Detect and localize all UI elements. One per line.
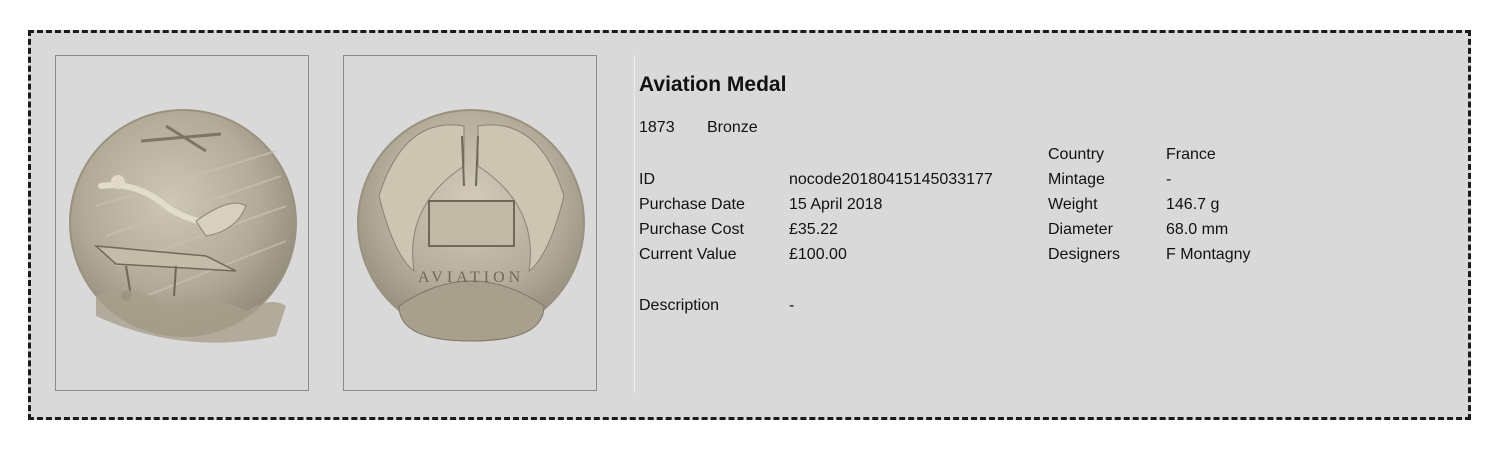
description-label: Description — [639, 297, 720, 314]
detail-label-country: Country — [1048, 146, 1105, 163]
obverse-image-frame[interactable] — [55, 55, 309, 391]
item-meta: 1873 Bronze — [639, 119, 758, 137]
detail-value-id: nocode20180415145033177 — [789, 171, 993, 188]
medal-record-card: AVIATION Aviation Medal 1873 Bronze ID no… — [28, 30, 1471, 420]
detail-value-mintage: - — [1166, 171, 1172, 188]
detail-label-purchase-date: Purchase Date — [639, 196, 745, 213]
detail-value-purchase-date: 15 April 2018 — [789, 196, 883, 213]
detail-label-purchase-cost: Purchase Cost — [639, 221, 744, 238]
detail-label-mintage: Mintage — [1048, 171, 1105, 188]
medal-obverse-image — [69, 109, 297, 343]
section-divider — [634, 55, 635, 393]
reverse-image-frame[interactable]: AVIATION — [343, 55, 597, 391]
description-value: - — [789, 297, 795, 314]
detail-label-designers: Designers — [1048, 246, 1121, 263]
detail-value-designers: F Montagny — [1166, 246, 1251, 263]
detail-value-diameter: 68.0 mm — [1166, 221, 1229, 238]
detail-value-country: France — [1166, 146, 1216, 163]
item-title: Aviation Medal — [639, 73, 787, 96]
detail-value-weight: 146.7 g — [1166, 196, 1220, 213]
detail-label-id: ID — [639, 171, 655, 188]
detail-label-current-value: Current Value — [639, 246, 737, 263]
detail-value-current-value: £100.00 — [789, 246, 847, 263]
item-year: 1873 — [639, 119, 675, 136]
medal-reverse-image: AVIATION — [357, 109, 585, 342]
detail-label-diameter: Diameter — [1048, 221, 1113, 238]
detail-label-weight: Weight — [1048, 196, 1098, 213]
detail-value-purchase-cost: £35.22 — [789, 221, 838, 238]
reverse-inscription: AVIATION — [418, 269, 524, 286]
item-material: Bronze — [707, 119, 758, 136]
